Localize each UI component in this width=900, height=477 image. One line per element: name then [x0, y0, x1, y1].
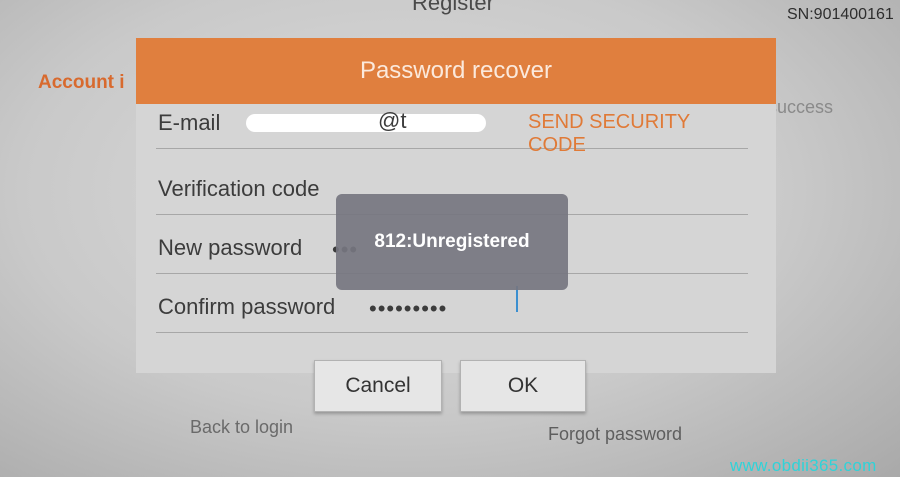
error-toast: 812:Unregistered — [336, 194, 568, 290]
send-security-code-button[interactable]: SEND SECURITY CODE — [528, 111, 748, 157]
toast-message: 812:Unregistered — [374, 231, 530, 252]
email-visible-text: @t — [378, 108, 407, 133]
new-password-label: New password — [158, 235, 303, 260]
confirm-password-field[interactable]: ••••••••• — [369, 296, 447, 322]
register-title: Register — [412, 0, 494, 15]
ok-button[interactable]: OK — [460, 360, 586, 412]
success-text: success — [768, 97, 834, 117]
dialog-title: Password recover — [359, 57, 553, 84]
back-to-login-link[interactable]: Back to login — [190, 417, 293, 438]
serial-number: SN:901400161 — [787, 6, 894, 23]
email-row: E-mail @t SEND SECURITY CODE — [156, 94, 748, 156]
confirm-password-label: Confirm password — [158, 294, 336, 319]
verification-code-field[interactable]: Verification code — [158, 176, 319, 202]
email-label: E-mail — [158, 110, 221, 135]
account-info-label: Account i — [38, 72, 125, 93]
cancel-button[interactable]: Cancel — [314, 360, 442, 412]
watermark: www.obdii365.com — [730, 456, 877, 475]
email-field[interactable] — [246, 114, 486, 132]
forgot-password-link[interactable]: Forgot password — [548, 424, 682, 445]
